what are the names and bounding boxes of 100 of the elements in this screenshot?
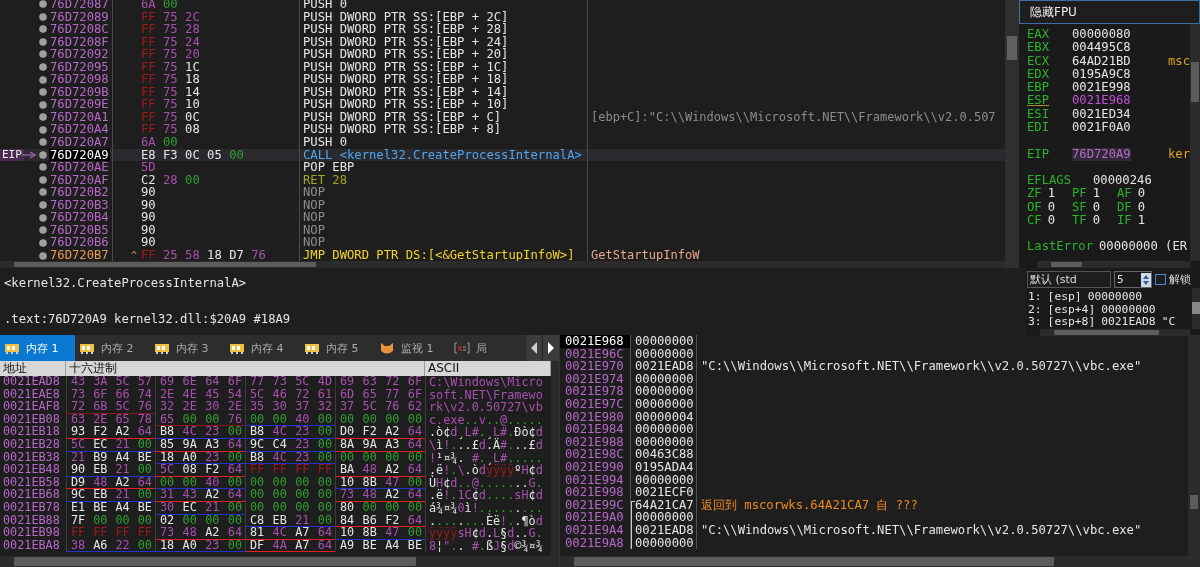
hex-bytes[interactable]: 63 2E 65 78 (66, 413, 155, 427)
address[interactable]: 0021EAF8 (0, 401, 66, 414)
instruction[interactable]: PUSH DWORD PTR SS:[EBP + 1C] (303, 59, 509, 74)
hex-bytes[interactable]: 93 F2 A2 64 (66, 426, 155, 439)
register-value[interactable]: 0021F0A0 (1072, 121, 1168, 135)
address[interactable]: 76D7208C (49, 23, 110, 36)
address[interactable]: 0021EB48 (0, 464, 66, 477)
instruction[interactable]: PUSH DWORD PTR SS:[EBP + 8] (303, 122, 502, 137)
address[interactable]: 0021E974 (560, 372, 631, 386)
address[interactable]: 76D720A1 (49, 110, 110, 124)
address[interactable]: 0021E970 (560, 360, 631, 373)
instruction[interactable]: JMP DWORD PTR DS:[<&GetStartupInfoW>] (303, 247, 575, 261)
flag-value[interactable]: 0 (1137, 187, 1145, 201)
hex-bytes[interactable]: 35 30 37 32 (245, 401, 335, 414)
tab[interactable]: 内存 1 (0, 335, 75, 361)
instruction[interactable]: NOP (303, 222, 325, 237)
address[interactable]: 0021E988 (560, 435, 631, 449)
address[interactable]: 76D7208F (49, 35, 110, 49)
address[interactable]: 76D7209B (49, 85, 110, 99)
instruction[interactable]: PUSH DWORD PTR SS:[EBP + 20] (303, 47, 509, 62)
tab[interactable]: 内存 3 (150, 335, 225, 361)
flag-value[interactable]: 1 (1137, 213, 1145, 228)
hex-bytes[interactable]: 80 00 00 00 (335, 501, 425, 515)
register-value[interactable]: 0021E998 (1072, 81, 1168, 95)
hex-bytes[interactable]: 5C EC 21 00 (66, 438, 155, 452)
column-header[interactable]: 十六进制 (66, 361, 425, 376)
instruction[interactable]: PUSH DWORD PTR SS:[EBP + 18] (303, 72, 509, 87)
hex-bytes[interactable]: D0 F2 A2 64 (335, 426, 425, 439)
register-value[interactable]: 00000080 (1072, 28, 1168, 42)
address[interactable]: 0021E984 (560, 423, 631, 436)
address[interactable]: 0021EB98 (0, 527, 66, 540)
hex-bytes[interactable]: 18 A0 23 00 (155, 451, 245, 465)
instruction[interactable]: PUSH 0 (303, 135, 348, 149)
hex-bytes[interactable]: 38 A6 22 00 (66, 539, 155, 553)
hex-bytes[interactable]: 73 6F 66 74 (66, 388, 155, 402)
hex-bytes[interactable]: 6D 65 77 6F (335, 388, 425, 402)
address[interactable]: 0021E9A8 (560, 536, 631, 550)
hex-bytes[interactable]: B8 4C 23 00 (155, 426, 245, 439)
hex-bytes[interactable]: 5C 08 F2 64 (155, 464, 245, 477)
scroll-right-button[interactable] (542, 335, 559, 361)
unlock-checkbox[interactable] (1155, 274, 1166, 285)
address[interactable]: 76D72095 (49, 60, 110, 74)
hex-bytes[interactable]: 85 9A A3 64 (155, 438, 245, 452)
address[interactable]: 76D720B4 (49, 211, 110, 224)
address[interactable]: 0021EB58 (0, 476, 66, 490)
address[interactable]: 76D720B6 (49, 236, 110, 249)
address[interactable]: 76D72098 (49, 73, 110, 86)
instruction[interactable]: RET 28 (303, 172, 348, 187)
address[interactable]: 76D720AE (49, 161, 110, 174)
scrollbar[interactable] (0, 556, 559, 567)
address[interactable]: 0021EB38 (0, 451, 66, 465)
address[interactable]: 0021E968 (560, 335, 631, 348)
hex-bytes[interactable]: 81 4C A7 64 (245, 527, 335, 540)
register-value[interactable]: 0195A9C8 (1072, 67, 1168, 82)
column-header[interactable]: 地址 (0, 361, 66, 376)
address[interactable]: 76D72092 (49, 48, 110, 61)
scrollbar[interactable] (560, 556, 1200, 567)
address[interactable]: 76D720A4 (49, 123, 110, 136)
hex-bytes[interactable]: BA 48 A2 64 (335, 464, 425, 477)
scrollbar[interactable] (1005, 0, 1019, 268)
address[interactable]: 76D720B2 (49, 186, 110, 199)
scrollbar[interactable] (551, 361, 559, 556)
instruction[interactable]: POP EBP (303, 160, 355, 175)
address[interactable]: 0021EAD8 (0, 376, 66, 389)
instruction[interactable]: PUSH DWORD PTR SS:[EBP + 2C] (303, 9, 509, 24)
hex-bytes[interactable]: 00 00 00 00 (335, 413, 425, 427)
hex-bytes[interactable]: E1 BE A4 BE (66, 501, 155, 515)
address[interactable]: 76D72089 (49, 10, 110, 24)
hex-bytes[interactable]: 02 00 00 00 (155, 514, 245, 528)
scrollbar[interactable] (0, 261, 1005, 268)
scrollbar[interactable] (1192, 288, 1200, 329)
hex-bytes[interactable]: C8 EB 21 00 (245, 514, 335, 528)
register-value[interactable]: 0021ED34 (1072, 107, 1168, 122)
tab[interactable]: 内存 4 (225, 335, 300, 361)
hex-bytes[interactable]: 21 B9 A4 BE (66, 451, 155, 465)
hex-bytes[interactable]: 00 00 00 00 (245, 501, 335, 515)
tab[interactable]: 内存 2 (75, 335, 150, 361)
address[interactable]: 0021EB88 (0, 514, 66, 528)
hex-bytes[interactable]: 00 00 00 00 (245, 489, 335, 502)
register-value[interactable]: 004495C8 (1072, 41, 1168, 55)
address[interactable]: 76D720A7 (49, 136, 110, 149)
register-value[interactable]: 64AD21BD (1072, 54, 1168, 68)
tab[interactable]: 内存 5 (300, 335, 375, 361)
address[interactable]: 0021E978 (560, 385, 631, 398)
register-value[interactable]: 00000246 (1093, 173, 1152, 188)
scrollbar[interactable] (1040, 328, 1190, 336)
tab[interactable]: 监视 1 (375, 335, 450, 361)
address[interactable]: 76D720B7 (49, 248, 110, 261)
hex-bytes[interactable]: 00 00 00 00 (335, 451, 425, 465)
flag-value[interactable]: 0 (1047, 213, 1055, 228)
instruction[interactable]: PUSH DWORD PTR SS:[EBP + 10] (303, 97, 509, 112)
hex-bytes[interactable]: 72 6B 5C 76 (66, 401, 155, 414)
address[interactable]: 0021E9A0 (560, 511, 631, 524)
hex-bytes[interactable]: 77 73 5C 4D (245, 376, 335, 389)
hex-bytes[interactable]: DF 4A A7 64 (245, 539, 335, 553)
tab[interactable]: 局 (450, 335, 525, 361)
address[interactable]: 76D720B3 (49, 198, 110, 212)
register-value[interactable]: 76D720A9 (1072, 147, 1131, 161)
hex-bytes[interactable]: 2E 4E 45 54 (155, 388, 245, 402)
count-spinbox[interactable]: 5 (1114, 271, 1152, 288)
